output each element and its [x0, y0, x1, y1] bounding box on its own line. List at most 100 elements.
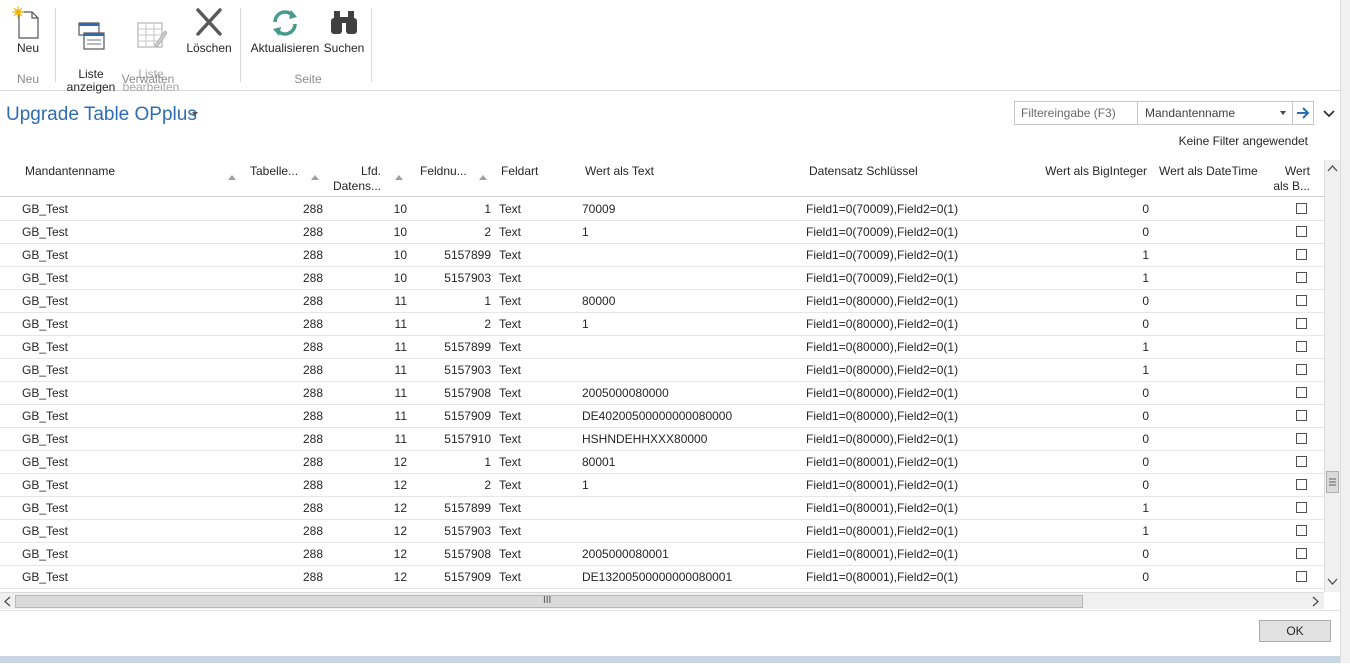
cell-feldnummer: 5157903 — [444, 524, 491, 538]
data-grid: Mandantenname Tabelle... Lfd. Datens... … — [0, 158, 1340, 610]
cell-mandantenname: GB_Test — [22, 363, 69, 377]
delete-button[interactable]: Löschen — [186, 6, 232, 55]
new-button[interactable]: Neu — [10, 6, 46, 55]
table-row[interactable]: GB_Test 288 12 1 Text 80001 Field1=0(80001),Fi… — [0, 451, 1324, 474]
cell-schluessel: Field1=0(80001),Field2=0(1) — [806, 547, 959, 561]
scroll-left-icon[interactable] — [3, 596, 11, 607]
cell-wert-text: 1 — [582, 225, 589, 239]
cell-feldnummer: 5157899 — [444, 248, 491, 262]
table-row[interactable]: GB_Test 288 11 5157909 Text DE402005000000000… — [0, 405, 1324, 428]
vertical-scroll-thumb[interactable] — [1326, 471, 1339, 493]
page-title[interactable]: Upgrade Table OPplus — [6, 104, 197, 126]
table-row[interactable]: GB_Test 288 10 1 Text 70009 Field1=0(70009),Fi… — [0, 198, 1324, 221]
cell-tabelle: 288 — [302, 455, 323, 469]
boolean-checkbox[interactable] — [1296, 410, 1307, 421]
column-header-feldart[interactable]: Feldart — [501, 164, 538, 179]
table-row[interactable]: GB_Test 288 12 5157909 Text DE132005000000000… — [0, 566, 1324, 589]
table-row[interactable]: GB_Test 288 12 2 Text 1 Field1=0(80001),Field2… — [0, 474, 1324, 497]
cell-feldart: Text — [499, 271, 522, 285]
cell-schluessel: Field1=0(80000),Field2=0(1) — [806, 386, 959, 400]
boolean-checkbox[interactable] — [1296, 571, 1307, 582]
vertical-scrollbar[interactable] — [1324, 160, 1340, 592]
table-row[interactable]: GB_Test 288 12 5157899 Text Field1=0(80001),F… — [0, 497, 1324, 520]
table-row[interactable]: GB_Test 288 12 5157908 Text 2005000080001 Fiel… — [0, 543, 1324, 566]
refresh-button[interactable]: Aktualisieren — [249, 6, 321, 55]
binoculars-icon — [331, 11, 357, 34]
cell-tabelle: 288 — [302, 432, 323, 446]
filter-apply-button[interactable] — [1292, 102, 1313, 124]
cell-wert-text: 2005000080000 — [582, 386, 669, 400]
boolean-checkbox[interactable] — [1296, 364, 1307, 375]
boolean-checkbox[interactable] — [1296, 479, 1307, 490]
collapse-chevron-icon[interactable] — [1322, 106, 1336, 120]
table-row[interactable]: GB_Test 288 11 5157908 Text 2005000080000 Fiel… — [0, 382, 1324, 405]
cell-biginteger: 0 — [1142, 225, 1149, 239]
table-row[interactable]: GB_Test 288 10 5157903 Text Field1=0(70009),F… — [0, 267, 1324, 290]
filter-status: Keine Filter angewendet — [1178, 134, 1308, 148]
cell-feldart: Text — [499, 363, 522, 377]
horizontal-scroll-thumb[interactable]: III — [15, 595, 1083, 608]
cell-feldnummer: 1 — [484, 202, 491, 216]
horizontal-scrollbar[interactable]: III — [0, 592, 1324, 609]
cell-feldnummer: 5157903 — [444, 271, 491, 285]
cell-biginteger: 1 — [1142, 248, 1149, 262]
table-row[interactable]: GB_Test 288 11 5157910 Text HSHNDEHHXXX80000 F… — [0, 428, 1324, 451]
column-header-mandantenname[interactable]: Mandantenname — [25, 164, 115, 179]
table-row[interactable]: GB_Test 288 11 5157903 Text Field1=0(80000),F… — [0, 359, 1324, 382]
title-dropdown-icon[interactable] — [192, 112, 198, 116]
column-header-biginteger[interactable]: Wert als BigInteger — [1030, 164, 1147, 179]
column-header-feldnummer[interactable]: Feldnu... — [420, 164, 467, 179]
boolean-checkbox[interactable] — [1296, 295, 1307, 306]
cell-tabelle: 288 — [302, 409, 323, 423]
boolean-checkbox[interactable] — [1296, 387, 1307, 398]
table-row[interactable]: GB_Test 288 12 5157903 Text Field1=0(80001),F… — [0, 520, 1324, 543]
boolean-checkbox[interactable] — [1296, 525, 1307, 536]
cell-wert-text: DE40200500000000080000 — [582, 409, 733, 423]
cell-tabelle: 288 — [302, 363, 323, 377]
boolean-checkbox[interactable] — [1296, 548, 1307, 559]
boolean-checkbox[interactable] — [1296, 272, 1307, 283]
table-row[interactable]: GB_Test 288 11 5157899 Text Field1=0(80000),F… — [0, 336, 1324, 359]
cell-biginteger: 1 — [1142, 524, 1149, 538]
ok-button[interactable]: OK — [1259, 620, 1331, 642]
cell-lfd: 12 — [393, 524, 407, 538]
boolean-checkbox[interactable] — [1296, 226, 1307, 237]
column-header-schluessel[interactable]: Datensatz Schlüssel — [809, 164, 918, 179]
boolean-checkbox[interactable] — [1296, 249, 1307, 260]
cell-schluessel: Field1=0(80001),Field2=0(1) — [806, 455, 959, 469]
boolean-checkbox[interactable] — [1296, 433, 1307, 444]
table-row[interactable]: GB_Test 288 11 1 Text 80000 Field1=0(80000),Fi… — [0, 290, 1324, 313]
cell-feldart: Text — [499, 386, 522, 400]
table-row[interactable]: GB_Test 288 10 2 Text 1 Field1=0(70009),Field2… — [0, 221, 1324, 244]
scroll-up-icon[interactable] — [1327, 164, 1338, 172]
cell-biginteger: 0 — [1142, 202, 1149, 216]
cell-mandantenname: GB_Test — [22, 570, 69, 584]
cell-wert-text: HSHNDEHHXXX80000 — [582, 432, 708, 446]
boolean-checkbox[interactable] — [1296, 341, 1307, 352]
cell-biginteger: 0 — [1142, 317, 1149, 331]
boolean-checkbox[interactable] — [1296, 456, 1307, 467]
new-button-label: Neu — [16, 41, 39, 55]
search-button[interactable]: Suchen — [323, 6, 365, 55]
cell-tabelle: 288 — [302, 317, 323, 331]
filter-field-select[interactable]: Mandantenname — [1137, 102, 1292, 124]
column-header-wert-text[interactable]: Wert als Text — [585, 164, 654, 179]
column-header-lfd[interactable]: Lfd. Datens... — [330, 164, 381, 194]
scroll-right-icon[interactable] — [1312, 596, 1320, 607]
scroll-down-icon[interactable] — [1327, 578, 1338, 586]
cell-mandantenname: GB_Test — [22, 248, 69, 262]
cell-biginteger: 0 — [1142, 386, 1149, 400]
cell-feldnummer: 5157908 — [444, 386, 491, 400]
filter-input[interactable] — [1015, 102, 1135, 124]
column-header-boolean[interactable]: Wert als B... — [1270, 164, 1310, 194]
table-row[interactable]: GB_Test 288 11 2 Text 1 Field1=0(80000),Field2… — [0, 313, 1324, 336]
boolean-checkbox[interactable] — [1296, 318, 1307, 329]
cell-tabelle: 288 — [302, 501, 323, 515]
cell-feldart: Text — [499, 547, 522, 561]
column-header-datetime[interactable]: Wert als DateTime — [1159, 164, 1258, 179]
group-label-manage: Verwalten — [121, 72, 175, 86]
boolean-checkbox[interactable] — [1296, 203, 1307, 214]
column-header-tabelle[interactable]: Tabelle... — [250, 164, 298, 179]
table-row[interactable]: GB_Test 288 10 5157899 Text Field1=0(70009),F… — [0, 244, 1324, 267]
boolean-checkbox[interactable] — [1296, 502, 1307, 513]
